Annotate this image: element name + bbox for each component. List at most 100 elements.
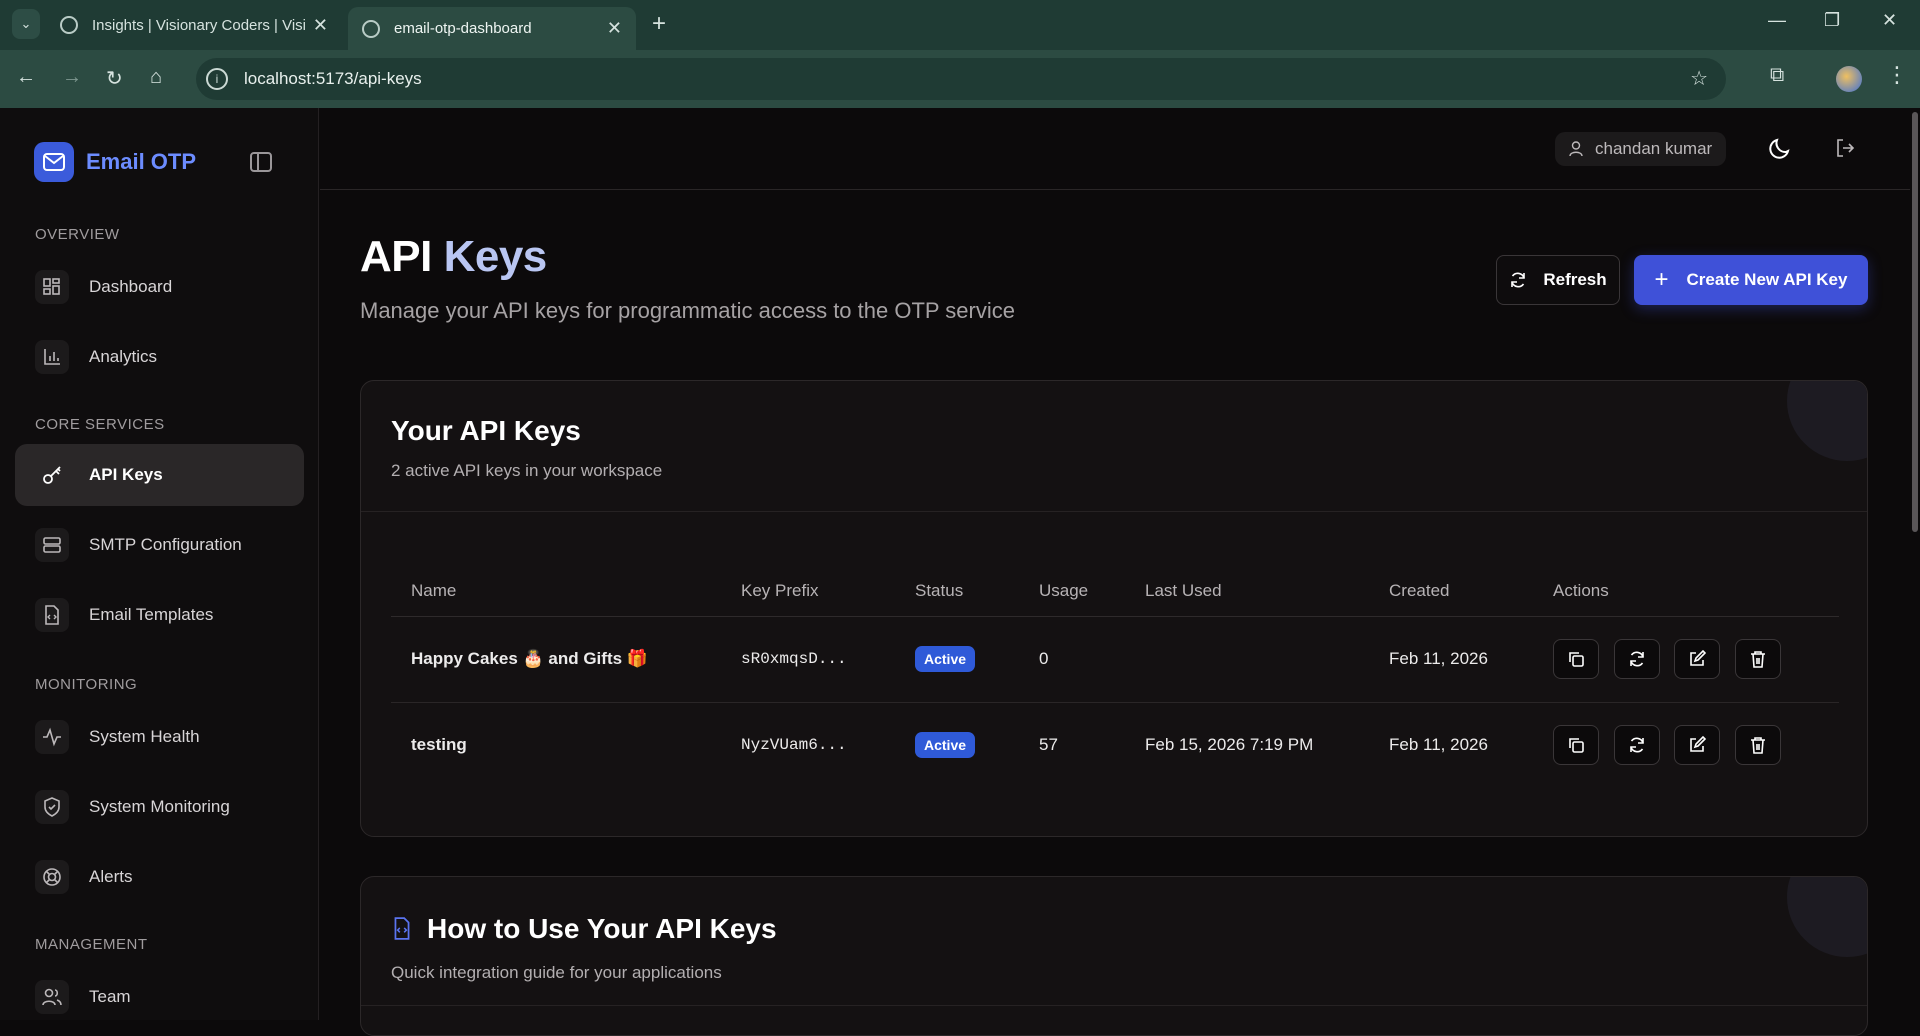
page-title: API Keys	[360, 232, 547, 281]
refresh-icon	[1629, 651, 1644, 667]
status-badge: Active	[915, 646, 976, 672]
refresh-button[interactable]: Refresh	[1496, 255, 1620, 305]
sidebar-item-email-templates[interactable]: Email Templates	[15, 584, 304, 646]
api-keys-table: Name Key Prefix Status Usage Last Used C…	[391, 566, 1839, 788]
tab-title: Insights | Visionary Coders | Visi	[92, 16, 305, 34]
column-header-status: Status	[895, 566, 1019, 617]
regenerate-button[interactable]	[1613, 639, 1660, 679]
home-icon[interactable]: ⌂	[150, 66, 162, 89]
tab-search-button[interactable]: ⌄	[12, 9, 40, 39]
key-prefix: sR0xmqsD...	[721, 616, 895, 703]
bookmark-star-icon[interactable]: ☆	[1690, 66, 1708, 91]
column-header-name: Name	[391, 566, 721, 617]
delete-button[interactable]	[1735, 639, 1782, 679]
plus-icon: +	[1654, 266, 1669, 293]
sidebar-item-label: SMTP Configuration	[89, 535, 242, 554]
card-decoration	[1787, 381, 1867, 461]
brand-name: Email OTP	[86, 149, 197, 174]
tab-title: email-otp-dashboard	[394, 20, 532, 37]
section-management: MANAGEMENT	[35, 936, 148, 953]
users-icon	[35, 980, 69, 1014]
scrollbar-thumb[interactable]	[1912, 112, 1918, 532]
close-tab-icon[interactable]: ✕	[607, 18, 622, 39]
sidebar-item-team[interactable]: Team	[15, 966, 304, 1028]
moon-icon[interactable]	[1768, 136, 1792, 165]
browser-tab-dashboard[interactable]: email-otp-dashboard ✕	[348, 7, 636, 50]
sidebar-item-system-monitoring[interactable]: System Monitoring	[15, 776, 304, 838]
column-header-actions: Actions	[1533, 566, 1839, 617]
divider	[361, 1005, 1867, 1006]
card-title: Your API Keys	[391, 415, 581, 446]
profile-avatar[interactable]	[1836, 66, 1862, 92]
table-header-row: Name Key Prefix Status Usage Last Used C…	[391, 566, 1839, 617]
copy-icon	[1569, 738, 1584, 754]
usage-cell: 0	[1019, 616, 1125, 703]
sidebar-item-alerts[interactable]: Alerts	[15, 846, 304, 908]
copy-button[interactable]	[1553, 639, 1599, 679]
user-name: chandan kumar	[1595, 139, 1713, 158]
sidebar-item-label: Alerts	[89, 867, 133, 886]
sidebar-item-api-keys[interactable]: API Keys	[15, 444, 304, 506]
section-core-services: CORE SERVICES	[35, 416, 165, 433]
user-icon	[1569, 141, 1583, 157]
delete-button[interactable]	[1735, 725, 1782, 766]
trash-icon	[1751, 651, 1766, 668]
user-menu[interactable]: chandan kumar	[1555, 132, 1727, 166]
address-bar[interactable]: i localhost:5173/api-keys ☆	[196, 58, 1726, 100]
sidebar-item-label: Email Templates	[89, 605, 214, 624]
sidebar-item-system-health[interactable]: System Health	[15, 706, 304, 768]
trash-icon	[1751, 737, 1766, 755]
brand[interactable]: Email OTP	[34, 142, 196, 182]
edit-button[interactable]	[1674, 639, 1721, 679]
key-name: Happy Cakes 🎂 and Gifts 🎁	[391, 616, 721, 703]
mail-logo-icon	[34, 142, 74, 182]
edit-icon	[1690, 650, 1707, 666]
sidebar-item-smtp[interactable]: SMTP Configuration	[15, 514, 304, 576]
shield-check-icon	[35, 790, 69, 824]
sidebar-item-label: Dashboard	[89, 277, 173, 296]
copy-button[interactable]	[1553, 725, 1599, 766]
created-cell: Feb 11, 2026	[1369, 616, 1533, 703]
browser-tab-insights[interactable]: Insights | Visionary Coders | Visi ✕	[46, 7, 342, 43]
section-monitoring: MONITORING	[35, 676, 138, 693]
grid-icon	[35, 270, 69, 304]
file-code-icon	[394, 917, 410, 940]
sidebar-item-label: Analytics	[89, 347, 158, 366]
sidebar-item-analytics[interactable]: Analytics	[15, 326, 304, 388]
actions-cell	[1533, 702, 1839, 788]
close-tab-icon[interactable]: ✕	[313, 15, 328, 36]
logout-icon[interactable]	[1835, 138, 1855, 163]
regenerate-button[interactable]	[1613, 725, 1660, 766]
api-keys-card: Your API Keys 2 active API keys in your …	[360, 380, 1868, 837]
created-cell: Feb 11, 2026	[1389, 735, 1488, 755]
main-content: chandan kumar API Keys Manage your API k…	[320, 108, 1918, 1036]
close-window-icon[interactable]: ✕	[1882, 10, 1897, 31]
create-api-key-button[interactable]: + Create New API Key	[1634, 255, 1868, 305]
table-row: testing NyzVUam6... Active 57 Feb 15, 20…	[391, 702, 1839, 788]
extensions-icon[interactable]: ⧉	[1770, 64, 1784, 87]
site-info-icon[interactable]: i	[206, 68, 228, 90]
browser-menu-icon[interactable]: ⋮	[1886, 62, 1908, 88]
sidebar-toggle-icon[interactable]	[250, 152, 272, 172]
reload-icon[interactable]: ↻	[106, 66, 123, 91]
browser-tab-bar: ⌄ Insights | Visionary Coders | Visi ✕ e…	[0, 0, 1920, 50]
browser-toolbar: ← → ↻ ⌂ i localhost:5173/api-keys ☆	[0, 50, 1920, 108]
sidebar-item-label: Team	[89, 987, 131, 1006]
sidebar: Email OTP OVERVIEW Dashboard Analytics C…	[0, 108, 319, 1020]
bar-chart-icon	[35, 340, 69, 374]
card-subtitle: 2 active API keys in your workspace	[391, 461, 663, 480]
key-prefix: NyzVUam6...	[741, 736, 847, 755]
column-header-prefix: Key Prefix	[721, 566, 895, 617]
divider	[361, 511, 1867, 512]
forward-icon[interactable]: →	[62, 66, 82, 89]
section-overview: OVERVIEW	[35, 226, 120, 243]
activity-icon	[35, 720, 69, 754]
sidebar-item-dashboard[interactable]: Dashboard	[15, 256, 304, 318]
new-tab-button[interactable]: +	[652, 10, 666, 38]
back-icon[interactable]: ←	[16, 66, 36, 89]
column-header-created: Created	[1369, 566, 1533, 617]
edit-button[interactable]	[1674, 725, 1721, 766]
refresh-icon	[1629, 737, 1644, 753]
restore-icon[interactable]: ❐	[1824, 10, 1840, 31]
minimize-icon[interactable]: —	[1768, 10, 1786, 31]
